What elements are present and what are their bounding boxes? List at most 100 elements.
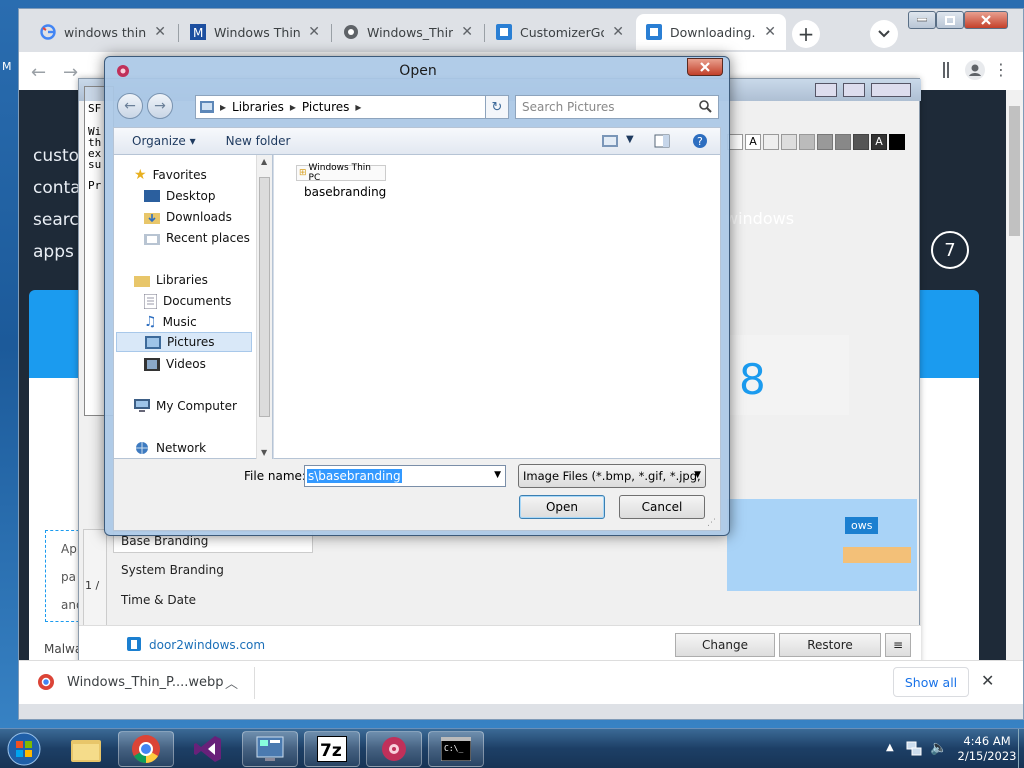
show-all-button[interactable]: Show all	[893, 667, 969, 697]
taskbar-7zip[interactable]: 7z	[304, 731, 360, 767]
preview-pane-icon[interactable]	[654, 134, 670, 148]
tab-downloading[interactable]: Downloading... ✕	[636, 14, 786, 50]
nav-videos[interactable]: Videos	[144, 354, 206, 374]
chevron-up-icon[interactable]: ︿	[225, 673, 238, 692]
taskbar-cmd[interactable]: C:\_	[428, 731, 484, 767]
taskbar-explorer[interactable]	[58, 731, 114, 767]
close-window-button[interactable]	[964, 11, 1008, 29]
maximize-button[interactable]	[936, 11, 964, 29]
tab-windows-thin-p[interactable]: Windows_Thin_P ✕	[333, 14, 483, 50]
network-tray-icon[interactable]	[906, 740, 922, 756]
chevron-down-icon[interactable]: ▼	[494, 470, 501, 480]
menu-button[interactable]: ≡	[885, 633, 911, 657]
clock[interactable]: 4:46 AM 2/15/2023	[956, 734, 1018, 764]
close-icon[interactable]: ✕	[461, 24, 473, 40]
restore-button[interactable]: Restore	[779, 633, 881, 657]
nav-link[interactable]: searc	[33, 210, 79, 230]
tab-label: Downloading...	[670, 24, 757, 40]
close-icon[interactable]: ✕	[981, 671, 994, 690]
change-button[interactable]: Change	[675, 633, 775, 657]
refresh-button[interactable]: ↻	[485, 95, 509, 119]
close-icon[interactable]: ✕	[154, 24, 166, 40]
nav-downloads[interactable]: Downloads	[144, 207, 232, 227]
desktop: M windows thin pc ✕ M Windows Thin PC ✕ …	[0, 0, 1024, 768]
resize-grip-icon[interactable]: ⋰	[707, 518, 716, 528]
nav-recent-places[interactable]: Recent places	[144, 228, 250, 248]
file-thumbnail[interactable]: ⊞ Windows Thin PC	[296, 163, 386, 183]
nav-pane-scrollbar[interactable]: ▲ ▼	[256, 155, 272, 459]
close-icon[interactable]: ✕	[764, 24, 776, 40]
file-type-select[interactable]: Image Files (*.bmp, *.gif, *.jpg, ▼	[518, 464, 706, 488]
taskbar-control-panel[interactable]	[242, 731, 298, 767]
taskbar-customizergod[interactable]	[366, 731, 422, 767]
door2windows-link[interactable]: door2windows.com	[149, 638, 265, 652]
taskbar-chrome[interactable]	[118, 731, 174, 767]
show-desktop-button[interactable]	[1018, 729, 1024, 768]
dialog-title: Open	[399, 63, 437, 79]
minimize-button[interactable]	[908, 11, 936, 29]
nav-documents[interactable]: Documents	[144, 291, 231, 311]
downloads-bar: Windows_Thin_P....webp ︿ Show all ✕	[19, 660, 1023, 704]
tray-chevron-up-icon[interactable]: ▲	[886, 742, 894, 753]
new-tab-button[interactable]: +	[792, 20, 820, 48]
nav-music[interactable]: ♫ Music	[144, 312, 197, 332]
page-scrollbar[interactable]	[1006, 90, 1023, 660]
open-button[interactable]: Open	[519, 495, 605, 519]
nav-favorites[interactable]: ★ Favorites	[134, 165, 207, 185]
badge: ows	[845, 517, 879, 534]
more-options-icon[interactable]: ⋮	[993, 60, 1009, 79]
dialog-bottom-bar: File name: s\basebranding ▼ Image Files …	[113, 459, 721, 531]
back-button[interactable]: ←	[117, 93, 143, 119]
nav-link[interactable]: apps	[33, 242, 74, 262]
nav-pictures[interactable]: Pictures	[116, 332, 252, 352]
sidebar-icon[interactable]	[943, 62, 949, 78]
nav-network[interactable]: Network	[134, 438, 206, 458]
download-file-name[interactable]: Windows_Thin_P....webp	[67, 675, 224, 690]
list-item-time-date[interactable]: Time & Date	[121, 593, 196, 607]
globe-icon	[343, 24, 359, 40]
back-icon[interactable]: ←	[31, 62, 46, 83]
taskbar-visual-studio[interactable]	[180, 731, 236, 767]
tab-customizergod[interactable]: CustomizerGod ✕	[486, 14, 634, 50]
new-folder-button[interactable]: New folder	[226, 134, 291, 148]
breadcrumb-pictures[interactable]: Pictures	[302, 100, 350, 114]
help-icon[interactable]: ?	[692, 133, 708, 149]
site-icon	[496, 24, 512, 40]
view-icon[interactable]	[602, 135, 618, 147]
nav-my-computer[interactable]: My Computer	[134, 396, 237, 416]
cmd-icon: C:\_	[441, 737, 471, 761]
forward-button[interactable]: →	[147, 93, 173, 119]
file-name-basebranding[interactable]: basebranding	[304, 185, 386, 199]
list-item-system-branding[interactable]: System Branding	[121, 563, 224, 577]
customizer-gear-icon	[380, 735, 408, 763]
start-button[interactable]	[4, 731, 44, 767]
forward-icon[interactable]: →	[63, 62, 78, 83]
dialog-close-button[interactable]	[687, 58, 723, 76]
nav-link[interactable]: custo	[33, 146, 79, 166]
list-item-base-branding[interactable]: Base Branding	[121, 534, 208, 548]
documents-icon	[144, 293, 157, 309]
circle-seven[interactable]: 7	[931, 231, 969, 269]
close-icon[interactable]: ✕	[612, 24, 624, 40]
tab-google[interactable]: windows thin pc ✕	[30, 14, 176, 50]
volume-icon[interactable]: 🔈	[930, 740, 947, 756]
chevron-down-icon	[878, 30, 890, 38]
nav-desktop[interactable]: Desktop	[144, 186, 216, 206]
cancel-button[interactable]: Cancel	[619, 495, 705, 519]
profile-icon[interactable]	[965, 60, 985, 80]
tab-windows-thin-pc[interactable]: M Windows Thin PC ✕	[180, 14, 330, 50]
recent-places-icon	[144, 232, 160, 245]
search-input[interactable]: Search Pictures	[515, 95, 719, 119]
close-icon[interactable]: ✕	[308, 24, 320, 40]
address-bar[interactable]: ▸ Libraries ▸ Pictures ▸	[195, 95, 507, 119]
nav-libraries[interactable]: Libraries	[134, 270, 208, 290]
chevron-down-icon[interactable]: ▼	[626, 134, 634, 145]
site-icon	[646, 24, 662, 40]
tab-search-button[interactable]	[870, 20, 898, 48]
nav-link[interactable]: conta	[33, 178, 81, 198]
libraries-icon	[134, 274, 150, 287]
breadcrumb-libraries[interactable]: Libraries	[232, 100, 284, 114]
organize-button[interactable]: Organize ▾	[132, 134, 196, 148]
pictures-icon	[145, 335, 161, 349]
file-name-input[interactable]: s\basebranding ▼	[304, 465, 506, 487]
